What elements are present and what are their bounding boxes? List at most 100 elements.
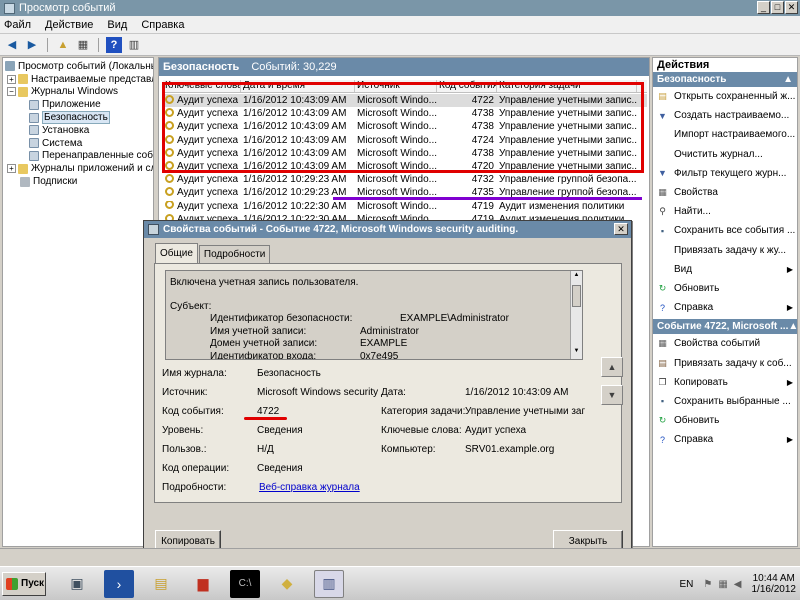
action-label: Свойства событий [674, 338, 761, 350]
user-label: Пользов.: [162, 444, 207, 455]
tree-item-forwarded-events[interactable]: Перенаправленные событ [3, 150, 153, 163]
menu-action[interactable]: Действие [45, 19, 93, 31]
help-icon[interactable]: ? [106, 36, 122, 53]
folder-icon [18, 163, 28, 174]
action-label: Свойства [674, 187, 718, 199]
event-row[interactable]: Аудит успеха 1/16/2012 10:22:30 AM Microso… [163, 200, 647, 213]
network-icon[interactable]: ▦ [718, 579, 727, 590]
actions-section-security[interactable]: Безопасность ▲ [653, 72, 797, 87]
menu-file[interactable]: Файл [4, 19, 31, 31]
event-description[interactable]: Включена учетная запись пользователя. Су… [165, 270, 583, 360]
action-item[interactable]: ↻ Обновить [653, 279, 797, 298]
scroll-thumb[interactable] [572, 285, 581, 307]
tree-item-security[interactable]: Безопасность [3, 111, 153, 125]
tree-item-setup[interactable]: Установка [3, 124, 153, 137]
tree-item-app-services-logs[interactable]: + Журналы приложений и служ [3, 162, 153, 175]
subject-key: Имя учетной записи: [210, 325, 307, 337]
event-row[interactable]: Аудит успеха 1/16/2012 10:29:23 AM Microso… [163, 173, 647, 186]
toolbox-icon[interactable]: ▆ [188, 570, 218, 598]
event-viewer-icon [4, 2, 15, 14]
action-item[interactable]: ▪ Сохранить все события ... [653, 221, 797, 240]
user-value: Н/Д [257, 444, 274, 455]
explorer-icon[interactable]: ▤ [146, 570, 176, 598]
minimize-button[interactable]: _ [757, 1, 770, 14]
tree-item-root[interactable]: Просмотр событий (Локальный) [3, 60, 153, 73]
expand-icon[interactable]: + [7, 164, 16, 174]
server-manager-icon[interactable]: ▣ [62, 570, 92, 598]
forward-arrow-icon[interactable]: ▶ [24, 37, 40, 53]
attach-task-event-icon: ▤ [658, 357, 667, 368]
menu-view[interactable]: Вид [107, 19, 127, 31]
event-log-online-help-link[interactable]: Веб-справка журнала [259, 482, 360, 493]
action-item[interactable]: ▤ Привязать задачу к соб... [653, 353, 797, 372]
previous-event-button[interactable]: ▲ [601, 357, 623, 377]
action-label: Найти... [674, 206, 711, 218]
action-item[interactable]: ▼ Фильтр текущего журн... [653, 164, 797, 183]
action-item[interactable]: ▪ Сохранить выбранные ... [653, 392, 797, 411]
action-item[interactable]: ? Справка ▶ [653, 298, 797, 317]
opcode-label: Код операции: [162, 463, 230, 474]
dialog-close-button[interactable]: ✕ [614, 223, 628, 235]
action-label: Фильтр текущего журн... [674, 167, 787, 179]
collapse-icon[interactable]: ▲ [783, 74, 793, 85]
tree-item-subscriptions[interactable]: Подписки [3, 175, 153, 188]
subscriptions-icon [20, 176, 30, 187]
events-panel-header: Безопасность Событий: 30,229 [159, 58, 649, 76]
start-button[interactable]: Пуск [2, 571, 46, 596]
tab-general[interactable]: Общие [155, 243, 198, 263]
clock-date: 1/16/2012 [751, 584, 797, 595]
status-bar [0, 548, 800, 566]
date-value: 1/16/2012 10:43:09 AM [465, 387, 569, 398]
close-button[interactable]: ✕ [785, 1, 798, 14]
action-item[interactable]: ▦ Свойства [653, 183, 797, 202]
back-arrow-icon[interactable]: ◀ [4, 37, 20, 53]
log-icon [29, 99, 39, 110]
action-item[interactable]: Очистить журнал... [653, 145, 797, 164]
action-item[interactable]: ▦ Свойства событий [653, 334, 797, 353]
actions-section-event[interactable]: Событие 4722, Microsoft ... ▲ [653, 319, 797, 335]
submenu-arrow-icon: ▶ [786, 264, 793, 274]
tree-item-application[interactable]: Приложение [3, 98, 153, 111]
task-category-value: Управление учетными заг [465, 406, 586, 417]
collapse-icon[interactable]: − [7, 87, 16, 97]
tree-item-windows-logs[interactable]: − Журналы Windows [3, 86, 153, 99]
scroll-up-icon[interactable]: ▲ [572, 272, 581, 282]
tree-item-system[interactable]: Система [3, 137, 153, 150]
scroll-down-icon[interactable]: ▼ [572, 348, 581, 358]
subject-key: Идентификатор безопасности: [210, 313, 353, 324]
event-cell: 4732 [471, 174, 494, 186]
flag-notification-icon[interactable]: ⚑ [703, 579, 712, 590]
next-event-button[interactable]: ▼ [601, 385, 623, 405]
tree-item-custom-views[interactable]: + Настраиваемые представлен [3, 73, 153, 86]
maximize-button[interactable]: □ [771, 1, 784, 14]
action-item[interactable]: ↻ Обновить [653, 411, 797, 430]
clock[interactable]: 10:44 AM 1/16/2012 [752, 573, 797, 595]
expand-icon[interactable]: + [7, 74, 16, 84]
log-name-value: Безопасность [257, 368, 321, 379]
collapse-icon[interactable]: ▲ [788, 321, 797, 332]
action-item[interactable]: ? Справка ▶ [653, 430, 797, 449]
action-item[interactable]: Импорт настраиваемого... [653, 125, 797, 144]
powershell-icon[interactable]: › [104, 569, 134, 598]
tools-icon[interactable]: ◆ [272, 570, 302, 598]
tab-details[interactable]: Подробности [198, 245, 271, 263]
command-prompt-icon[interactable]: C:\ [230, 569, 260, 598]
volume-icon[interactable]: ◀ [734, 579, 742, 590]
action-item[interactable]: ⚲ Найти... [653, 202, 797, 221]
action-item[interactable]: ❐ Копировать ▶ [653, 373, 797, 392]
action-item[interactable]: ▼ Создать настраиваемо... [653, 106, 797, 125]
import-icon [657, 129, 668, 140]
show-tree-icon[interactable]: ▦ [75, 37, 91, 53]
language-indicator[interactable]: EN [679, 579, 693, 590]
event-viewer-taskbar-icon[interactable]: ▥ [314, 569, 344, 598]
up-folder-icon[interactable]: ▲ [55, 37, 71, 53]
keywords-label: Ключевые слова: [381, 425, 462, 436]
action-item[interactable]: ▤ Открыть сохраненный ж... [653, 87, 797, 106]
event-id-label: Код события: [162, 406, 224, 417]
show-action-pane-icon[interactable]: ▥ [126, 37, 142, 53]
action-item[interactable]: Вид ▶ [653, 260, 797, 279]
subject-row: Имя учетной записи: Administrator [210, 326, 578, 339]
description-scrollbar[interactable]: ▲ ▼ [570, 271, 582, 359]
action-item[interactable]: Привязать задачу к жу... [653, 241, 797, 260]
menu-help[interactable]: Справка [141, 19, 184, 31]
